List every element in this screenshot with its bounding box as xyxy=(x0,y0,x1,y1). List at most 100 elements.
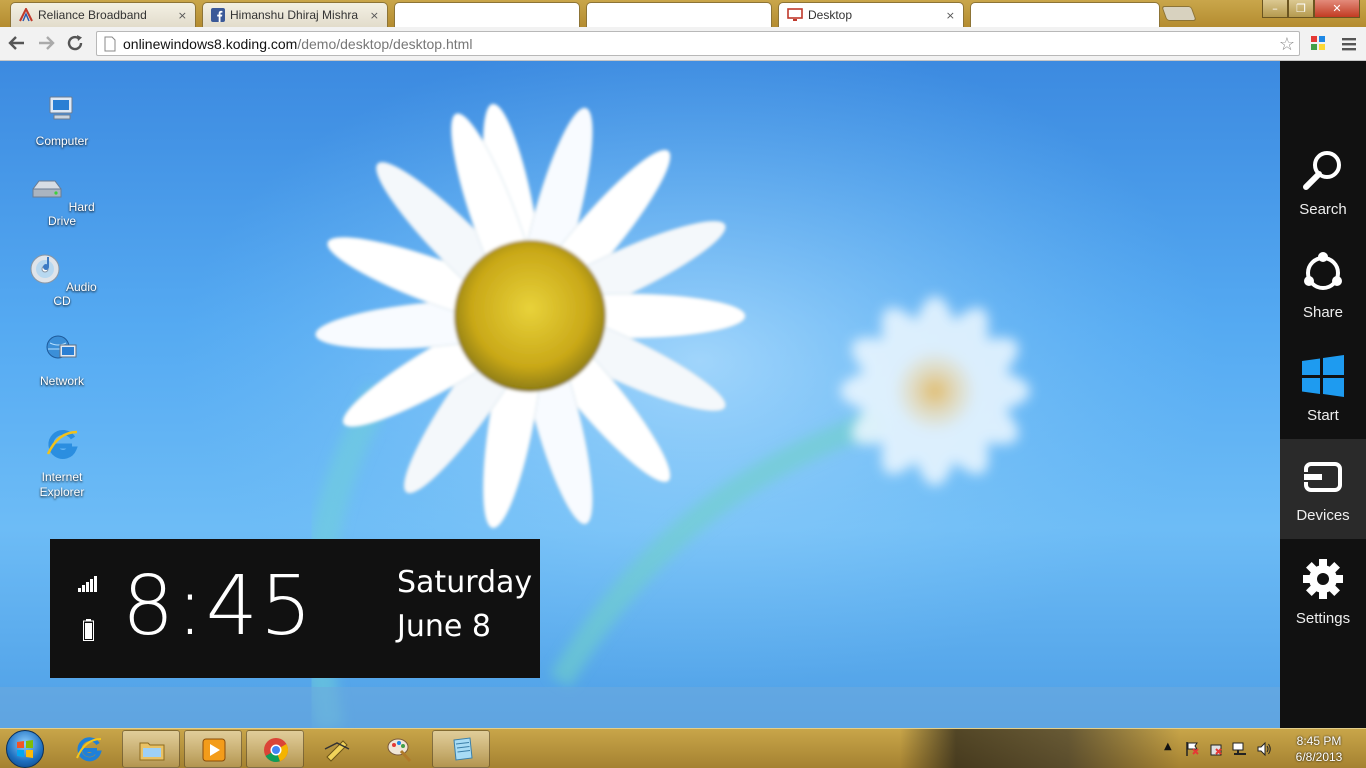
forward-arrow-icon xyxy=(39,36,55,50)
audio-cd-icon xyxy=(30,254,60,284)
tab-title: Reliance Broadband xyxy=(38,8,147,22)
taskbar-media-player[interactable] xyxy=(184,730,242,768)
charm-share[interactable]: Share xyxy=(1280,236,1366,336)
internet-explorer-icon xyxy=(76,737,102,762)
screen: Reliance Broadband × Himanshu Dhiraj Mis… xyxy=(0,0,1366,768)
page-icon xyxy=(104,36,116,51)
desktop-icon-label: Computer xyxy=(35,134,89,148)
charm-label: Devices xyxy=(1296,507,1350,524)
desktop-icon-computer[interactable]: Computer xyxy=(22,91,102,148)
charms-bar: Search Share Start Devices Settings xyxy=(1280,61,1366,728)
charm-search[interactable]: Search xyxy=(1280,133,1366,233)
back-arrow-icon xyxy=(8,36,24,50)
start-button[interactable] xyxy=(6,730,44,768)
taskbar-sketch-app[interactable] xyxy=(308,730,366,768)
chrome-menu-icon[interactable] xyxy=(1340,35,1358,53)
desktop-icon-hard-drive[interactable]: Hard Drive xyxy=(22,171,102,228)
taskbar-wallpaper-peek xyxy=(900,729,1180,768)
close-window-button[interactable]: ✕ xyxy=(1314,0,1360,18)
charm-devices[interactable]: Devices xyxy=(1280,439,1366,539)
clock-time: 8:45 xyxy=(122,559,315,654)
bookmark-star-icon[interactable]: ☆ xyxy=(1279,32,1295,56)
internet-explorer-icon xyxy=(46,430,78,459)
desktop-icon-internet-explorer[interactable]: Internet Explorer xyxy=(22,411,102,500)
windows-flag-icon xyxy=(17,740,33,758)
tab-himanshu-dhiraj-mishra[interactable]: Himanshu Dhiraj Mishra × xyxy=(202,2,388,27)
tab-close-icon[interactable]: × xyxy=(370,9,379,22)
extension-icon[interactable] xyxy=(1309,34,1327,52)
clock-date: June 8 xyxy=(397,609,491,644)
windows-logo-icon xyxy=(1302,355,1344,397)
lock-clock-overlay: 8:45 Saturday June 8 xyxy=(50,539,540,678)
new-tab-button[interactable] xyxy=(1161,6,1197,21)
usb-device-icon[interactable] xyxy=(1208,741,1224,760)
charm-label: Share xyxy=(1302,304,1344,321)
tab-blank-3[interactable] xyxy=(970,2,1160,27)
tab-close-icon[interactable]: × xyxy=(946,9,955,22)
reload-button[interactable] xyxy=(64,33,86,55)
taskbar-internet-explorer[interactable] xyxy=(60,730,118,768)
taskbar-date: 6/8/2013 xyxy=(1295,750,1343,764)
desktop-area[interactable]: Computer Hard Drive Audio CD Network Int… xyxy=(0,61,1280,728)
tab-blank-1[interactable] xyxy=(394,2,580,27)
url-host: onlinewindows8.koding.com xyxy=(123,35,298,52)
hard-drive-icon xyxy=(32,180,62,198)
chrome-icon xyxy=(264,738,288,762)
desktop-bottom-strip xyxy=(0,687,1280,728)
network-icon xyxy=(46,335,77,359)
maximize-button[interactable]: ❐ xyxy=(1288,0,1314,18)
minimize-button[interactable]: – xyxy=(1262,0,1288,18)
signal-strength-icon xyxy=(78,576,97,592)
file-explorer-icon xyxy=(139,742,165,761)
search-icon xyxy=(1303,151,1341,190)
charm-settings[interactable]: Settings xyxy=(1280,542,1366,642)
clock-day: Saturday xyxy=(397,565,533,600)
window-controls: – ❐ ✕ xyxy=(1262,0,1360,18)
taskbar-file-explorer[interactable] xyxy=(122,730,180,768)
desktop-icon-label: Internet Explorer xyxy=(39,470,85,499)
tab-desktop[interactable]: Desktop × xyxy=(778,2,964,27)
media-player-icon xyxy=(202,738,226,762)
back-button[interactable] xyxy=(6,33,28,55)
desktop-icon-audio-cd[interactable]: Audio CD xyxy=(22,251,102,308)
system-tray: ▲ xyxy=(1160,729,1290,768)
battery-icon xyxy=(83,619,94,641)
taskbar-paint[interactable] xyxy=(370,730,428,768)
network-status-icon[interactable] xyxy=(1232,741,1248,760)
charm-label: Settings xyxy=(1295,610,1351,627)
volume-icon[interactable] xyxy=(1256,741,1272,760)
charm-label: Search xyxy=(1299,201,1347,218)
sketch-app-icon xyxy=(324,740,350,762)
tab-close-icon[interactable]: × xyxy=(178,9,187,22)
tab-title: Desktop xyxy=(808,8,853,22)
action-center-flag-icon[interactable] xyxy=(1184,741,1200,760)
notepad-icon xyxy=(453,737,473,761)
tab-title: Himanshu Dhiraj Mishra xyxy=(230,8,359,22)
settings-gear-icon xyxy=(1303,559,1343,599)
forward-button[interactable] xyxy=(35,33,57,55)
taskbar-chrome[interactable] xyxy=(246,730,304,768)
taskbar-time: 8:45 PM xyxy=(1296,734,1342,748)
url-path: /demo/desktop/desktop.html xyxy=(297,35,473,52)
devices-icon xyxy=(1302,462,1342,492)
tab-blank-2[interactable] xyxy=(586,2,772,27)
show-hidden-icons-button[interactable]: ▲ xyxy=(1164,741,1172,752)
computer-icon xyxy=(49,96,73,120)
reload-icon xyxy=(67,35,83,51)
taskbar-notepad[interactable] xyxy=(432,730,490,768)
address-bar[interactable]: onlinewindows8.koding.com/demo/desktop/d… xyxy=(96,31,1300,56)
desktop-icon-network[interactable]: Network xyxy=(22,331,102,388)
taskbar-clock[interactable]: 8:45 PM 6/8/2013 xyxy=(1284,733,1354,765)
browser-tab-strip: Reliance Broadband × Himanshu Dhiraj Mis… xyxy=(0,0,1366,27)
facebook-icon xyxy=(211,8,225,22)
desktop-monitor-icon xyxy=(787,8,803,21)
paint-icon xyxy=(387,738,412,763)
browser-toolbar: onlinewindows8.koding.com/demo/desktop/d… xyxy=(0,27,1366,61)
windows-taskbar: ▲ 8:45 PM 6/8/2013 xyxy=(0,728,1366,768)
share-icon xyxy=(1304,252,1342,290)
charm-label: Start xyxy=(1307,407,1339,424)
reliance-icon xyxy=(19,8,33,22)
tab-reliance-broadband[interactable]: Reliance Broadband × xyxy=(10,2,196,27)
desktop-icon-label: Network xyxy=(39,374,84,388)
charm-start[interactable]: Start xyxy=(1280,339,1366,439)
